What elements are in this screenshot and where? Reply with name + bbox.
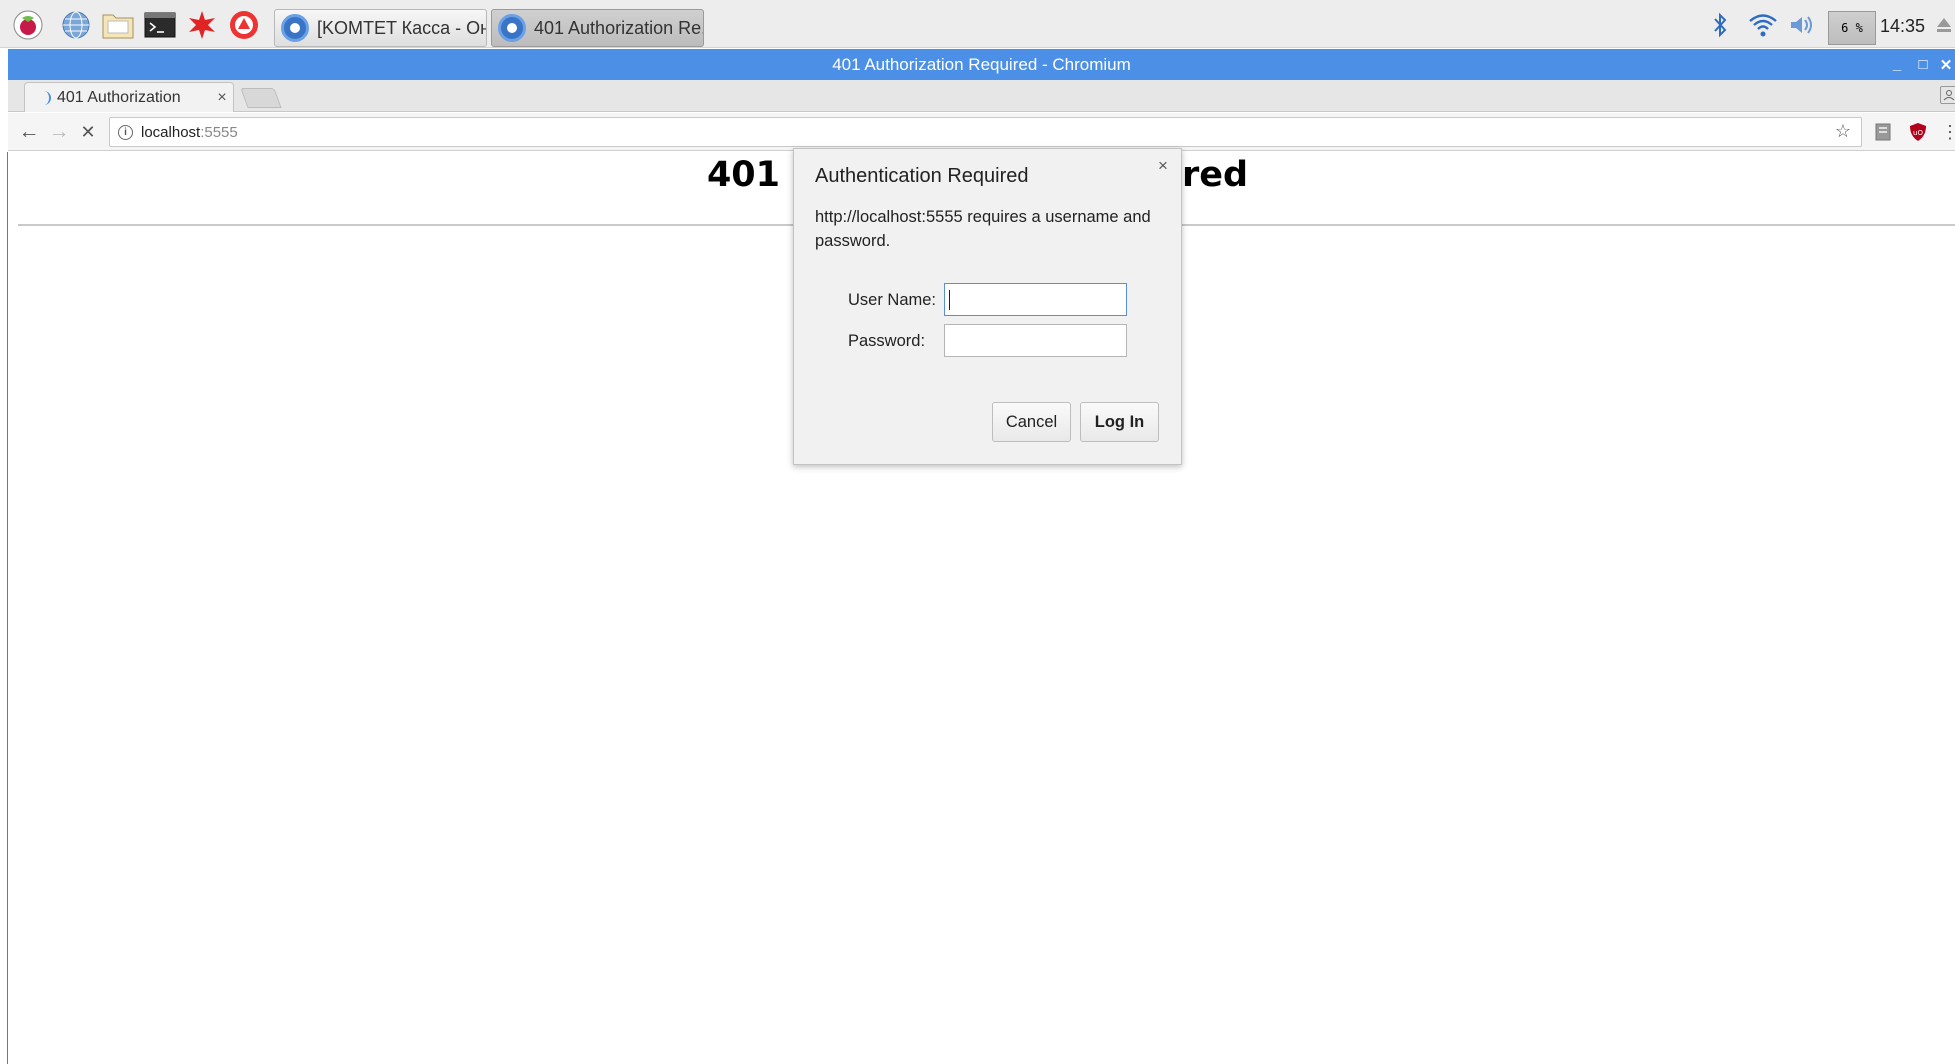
loading-spinner-icon xyxy=(39,90,51,105)
window-title: 401 Authorization Required - Chromium xyxy=(832,54,1131,74)
username-label: User Name: xyxy=(848,291,937,309)
wifi-icon[interactable] xyxy=(1747,10,1779,40)
auth-dialog: Authentication Required × http://localho… xyxy=(793,148,1182,465)
tab-strip: 401 Authorization × xyxy=(8,80,1955,112)
taskbar: [KOMTET Касса - Он... 401 Authorization … xyxy=(0,0,1955,48)
bookmark-star-icon[interactable]: ☆ xyxy=(1835,121,1851,142)
password-input[interactable] xyxy=(945,325,1126,356)
browser-toolbar: ← → ✕ i localhost:5555 ☆ uO ⋮ xyxy=(8,113,1955,151)
back-button[interactable]: ← xyxy=(16,119,42,145)
window-left-border xyxy=(7,152,8,1064)
stop-button[interactable]: ✕ xyxy=(75,119,101,145)
tab-title: 401 Authorization xyxy=(57,88,181,106)
window-titlebar[interactable]: 401 Authorization Required - Chromium xyxy=(8,49,1955,80)
tab-close-icon[interactable]: × xyxy=(211,89,233,107)
chromium-icon xyxy=(281,14,309,42)
address-bar[interactable]: i localhost:5555 ☆ xyxy=(109,117,1862,147)
chromium-icon xyxy=(498,14,526,42)
profile-icon[interactable] xyxy=(1940,86,1955,104)
raspberry-menu-icon[interactable] xyxy=(12,9,44,41)
extension-icon[interactable] xyxy=(1873,122,1893,142)
taskbar-task-401[interactable]: 401 Authorization Re... xyxy=(491,9,704,47)
close-window-button[interactable]: ✕ xyxy=(1937,49,1955,80)
maximize-button[interactable]: □ xyxy=(1914,49,1932,80)
clock[interactable]: 14:35 xyxy=(1880,16,1925,37)
username-field[interactable] xyxy=(944,283,1127,316)
wolfram-icon[interactable] xyxy=(228,9,260,41)
dialog-message: http://localhost:5555 requires a usernam… xyxy=(815,208,1151,250)
ublock-icon[interactable]: uO xyxy=(1908,122,1928,142)
cancel-button[interactable]: Cancel xyxy=(992,402,1071,442)
heading-part-left: 401 xyxy=(706,155,780,195)
info-icon[interactable]: i xyxy=(118,124,133,140)
menu-kebab-icon[interactable]: ⋮ xyxy=(1940,122,1955,142)
cpu-monitor: 6 % xyxy=(1828,11,1876,45)
file-manager-icon[interactable] xyxy=(102,9,134,41)
web-browser-icon[interactable] xyxy=(60,9,92,41)
url-host: localhost xyxy=(141,123,201,141)
eject-icon[interactable] xyxy=(1934,10,1954,40)
bluetooth-icon[interactable] xyxy=(1708,10,1732,40)
tab-401-authorization[interactable]: 401 Authorization × xyxy=(24,82,234,112)
task-label: 401 Authorization Re... xyxy=(534,17,704,38)
terminal-icon[interactable] xyxy=(144,9,176,41)
task-label: [KOMTET Касса - Он... xyxy=(317,17,487,38)
username-input[interactable] xyxy=(945,284,1126,315)
minimize-button[interactable]: _ xyxy=(1888,49,1906,80)
svg-text:uO: uO xyxy=(1913,129,1923,137)
volume-icon[interactable] xyxy=(1787,10,1817,40)
text-caret xyxy=(949,290,950,310)
cpu-label: 6 % xyxy=(1841,21,1863,35)
log-in-button[interactable]: Log In xyxy=(1080,402,1159,442)
math-kernel-icon[interactable] xyxy=(186,9,218,41)
dialog-close-icon[interactable]: × xyxy=(1154,156,1172,175)
new-tab-button[interactable] xyxy=(240,88,282,108)
password-field[interactable] xyxy=(944,324,1127,357)
password-label: Password: xyxy=(848,332,926,350)
taskbar-task-komtet[interactable]: [KOMTET Касса - Он... xyxy=(274,9,487,47)
screen: [KOMTET Касса - Он... 401 Authorization … xyxy=(0,0,1955,1064)
url-port: :5555 xyxy=(200,123,238,141)
dialog-title: Authentication Required xyxy=(815,165,1029,187)
forward-button[interactable]: → xyxy=(46,119,72,145)
